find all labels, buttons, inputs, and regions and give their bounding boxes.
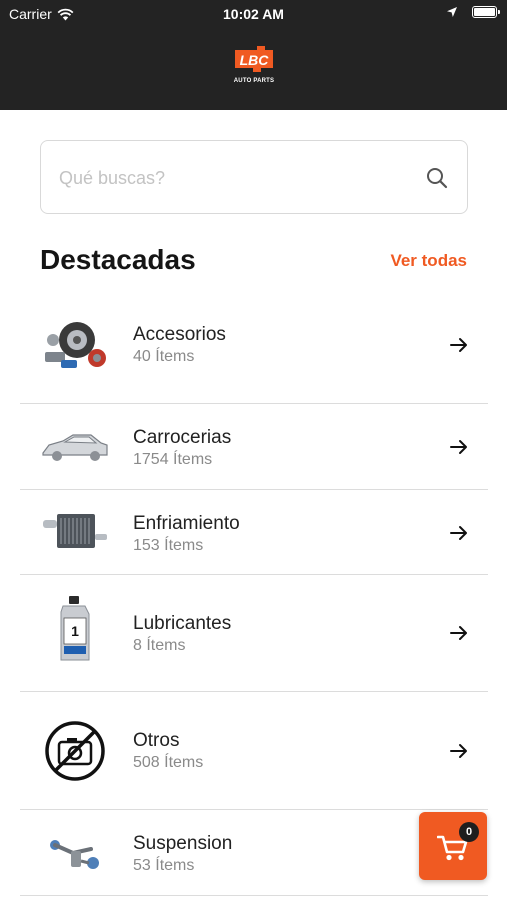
list-item[interactable]: Otros 508 Ítems xyxy=(20,692,488,810)
logo-subtext: AUTO PARTS xyxy=(233,78,275,84)
category-count: 40 Ítems xyxy=(133,348,195,365)
svg-text:1: 1 xyxy=(71,623,79,639)
oil-bottle-icon: 1 xyxy=(36,596,114,661)
app-header: Carrier 10:02 AM LBC AUTO PARTS xyxy=(0,0,507,110)
list-item[interactable]: Enfriamiento 153 Ítems xyxy=(20,490,488,575)
car-body-icon xyxy=(36,415,114,479)
radiator-icon xyxy=(36,500,114,564)
category-count: 8 Ítems xyxy=(133,637,186,654)
category-name: Carrocerias xyxy=(133,427,232,448)
category-list: Accesorios 40 Ítems Carrocerias 1754 Íte… xyxy=(20,288,488,896)
no-camera-icon xyxy=(36,719,114,783)
category-count: 508 Ítems xyxy=(133,754,204,771)
category-name: Accesorios xyxy=(133,324,226,345)
search-box[interactable] xyxy=(40,140,468,214)
svg-text:LBC: LBC xyxy=(240,52,270,68)
list-item[interactable]: Accesorios 40 Ítems xyxy=(20,288,488,404)
category-name: Enfriamiento xyxy=(133,513,240,534)
suspension-icon xyxy=(36,821,114,885)
category-count: 153 Ítems xyxy=(133,537,204,554)
brand-logo[interactable]: LBC AUTO PARTS xyxy=(231,44,277,90)
section-title: Destacadas xyxy=(40,244,196,275)
list-item[interactable]: 1 Lubricantes 8 Ítems xyxy=(20,575,488,692)
category-count: 53 Ítems xyxy=(133,857,195,874)
category-name: Otros xyxy=(133,730,180,751)
arrow-right-icon[interactable] xyxy=(448,334,470,356)
logo-puzzle-icon: LBC xyxy=(235,46,273,72)
search-input[interactable] xyxy=(59,163,399,193)
list-item[interactable]: Suspension 53 Ítems xyxy=(20,810,488,896)
clock: 10:02 AM xyxy=(223,6,284,22)
category-count: 1754 Ítems xyxy=(133,451,213,468)
cart-button[interactable]: 0 xyxy=(419,812,487,880)
search-icon[interactable] xyxy=(425,166,449,190)
cart-count-badge: 0 xyxy=(459,822,479,842)
arrow-right-icon[interactable] xyxy=(448,522,470,544)
list-item[interactable]: Carrocerias 1754 Ítems xyxy=(20,404,488,490)
battery-icon xyxy=(472,6,500,18)
status-bar: Carrier 10:02 AM xyxy=(0,0,507,28)
category-name: Lubricantes xyxy=(133,613,232,634)
status-right xyxy=(446,6,500,18)
arrow-right-icon[interactable] xyxy=(448,622,470,644)
arrow-right-icon[interactable] xyxy=(448,740,470,762)
wheel-parts-icon xyxy=(36,312,114,376)
location-arrow-icon xyxy=(447,7,457,17)
category-name: Suspension xyxy=(133,833,233,854)
arrow-right-icon[interactable] xyxy=(448,436,470,458)
see-all-link[interactable]: Ver todas xyxy=(390,251,467,271)
